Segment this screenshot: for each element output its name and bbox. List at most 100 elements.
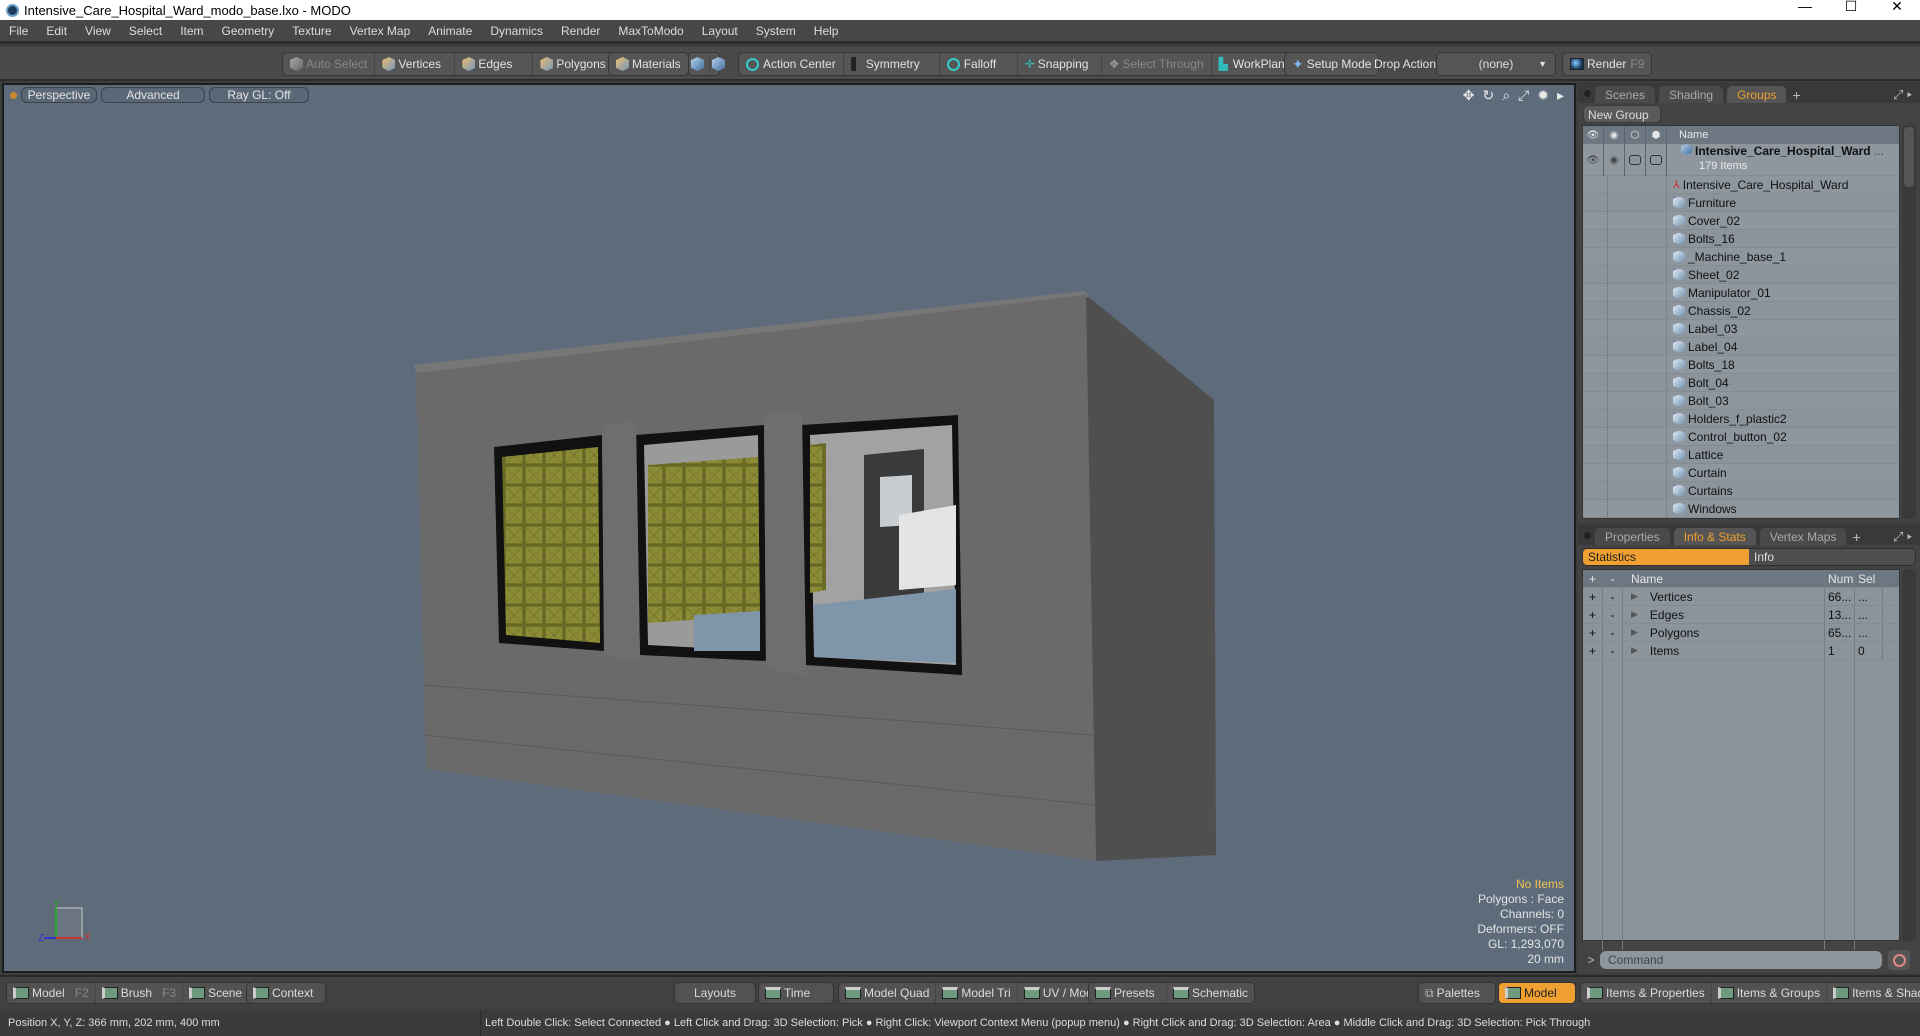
- group-item[interactable]: Curtain: [1583, 464, 1899, 482]
- stat-row-polygons[interactable]: + - ▶ Polygons 65......: [1583, 624, 1899, 642]
- stats-scrollbar[interactable]: [1902, 569, 1916, 941]
- menu-system[interactable]: System: [747, 24, 805, 38]
- panel-options-dot[interactable]: [1584, 532, 1591, 539]
- expand-panel-icon[interactable]: ⤢ ▸: [1893, 87, 1912, 103]
- groups-scrollbar[interactable]: [1902, 125, 1916, 519]
- maximize-button[interactable]: ☐: [1828, 0, 1874, 20]
- minimize-button[interactable]: —: [1782, 0, 1828, 20]
- lock-col-icon[interactable]: ⬡: [1625, 126, 1646, 144]
- command-input[interactable]: Command: [1600, 951, 1882, 969]
- subtab-statistics[interactable]: Statistics: [1583, 549, 1749, 565]
- stat-row-items[interactable]: + - ▶ Items 10: [1583, 642, 1899, 660]
- menu-view[interactable]: View: [76, 24, 120, 38]
- panel-options-dot[interactable]: [1584, 90, 1591, 97]
- render-button[interactable]: Render F9: [1563, 53, 1651, 75]
- drop-action-dropdown[interactable]: (none) ▼: [1436, 52, 1556, 76]
- model-quad-button[interactable]: Model Quad: [839, 983, 937, 1003]
- expand-arrow-icon[interactable]: ▶: [1631, 645, 1638, 656]
- menu-vertex-map[interactable]: Vertex Map: [341, 24, 420, 38]
- lock-toggle[interactable]: [1625, 144, 1646, 176]
- group-item[interactable]: Label_03: [1583, 320, 1899, 338]
- item-mode-button[interactable]: [689, 53, 710, 75]
- group-item[interactable]: Chassis_02: [1583, 302, 1899, 320]
- group-item[interactable]: Sheet_02: [1583, 266, 1899, 284]
- expand-arrow-icon[interactable]: ▶: [1631, 609, 1638, 620]
- select-through-button[interactable]: ❖ Select Through: [1102, 53, 1212, 75]
- polygons-button[interactable]: Polygons: [533, 53, 612, 75]
- menu-maxtomodo[interactable]: MaxToModo: [609, 24, 692, 38]
- new-group-button[interactable]: New Group: [1583, 105, 1661, 123]
- layouts-button[interactable]: Layouts: [674, 982, 756, 1004]
- tab-scenes[interactable]: Scenes: [1595, 86, 1656, 103]
- close-button[interactable]: ✕: [1874, 0, 1920, 20]
- action-center-button[interactable]: Action Center: [739, 53, 844, 75]
- materials-button[interactable]: Materials: [609, 53, 688, 75]
- group-item[interactable]: Windows: [1583, 500, 1899, 518]
- subtab-info[interactable]: Info: [1749, 549, 1915, 565]
- stat-row-vertices[interactable]: + - ▶ Vertices 66......: [1583, 588, 1899, 606]
- menu-geometry[interactable]: Geometry: [213, 24, 284, 38]
- menu-select[interactable]: Select: [120, 24, 171, 38]
- record-macro-button[interactable]: [1888, 950, 1910, 970]
- pivot-mode-button[interactable]: [710, 53, 730, 75]
- tab-properties[interactable]: Properties: [1595, 528, 1670, 545]
- group-item[interactable]: Furniture: [1583, 194, 1899, 212]
- menu-edit[interactable]: Edit: [37, 24, 76, 38]
- remove-selection-button[interactable]: -: [1603, 642, 1623, 659]
- edges-button[interactable]: Edges: [455, 53, 534, 75]
- tab-info-stats[interactable]: Info & Stats: [1673, 528, 1756, 545]
- visibility-col-icon[interactable]: 👁: [1583, 126, 1604, 144]
- group-root-row[interactable]: 👁 ◉ Intensive_Care_Hospital_Ward ... 179…: [1583, 144, 1899, 176]
- mode-model-button[interactable]: Model F2: [7, 983, 96, 1003]
- expand-arrow-icon[interactable]: ▶: [1631, 591, 1638, 602]
- select-toggle[interactable]: [1646, 144, 1667, 176]
- group-item[interactable]: Label_04: [1583, 338, 1899, 356]
- group-item[interactable]: _Machine_base_1: [1583, 248, 1899, 266]
- add-selection-button[interactable]: +: [1583, 642, 1603, 659]
- setup-mode-button[interactable]: ✦ Setup Mode: [1285, 53, 1378, 75]
- remove-selection-button[interactable]: -: [1603, 606, 1623, 623]
- add-selection-button[interactable]: +: [1583, 606, 1603, 623]
- group-item[interactable]: Bolt_04: [1583, 374, 1899, 392]
- menu-animate[interactable]: Animate: [419, 24, 481, 38]
- tab-vertex-maps[interactable]: Vertex Maps: [1759, 528, 1847, 545]
- visibility-toggle-icon[interactable]: 👁: [1583, 144, 1604, 176]
- render-col-icon[interactable]: ◉: [1604, 126, 1625, 144]
- group-item[interactable]: Cover_02: [1583, 212, 1899, 230]
- expand-arrow-icon[interactable]: ▶: [1631, 627, 1638, 638]
- group-item[interactable]: Manipulator_01: [1583, 284, 1899, 302]
- model-layout-button[interactable]: Model: [1499, 983, 1563, 1003]
- group-item[interactable]: Bolt_03: [1583, 392, 1899, 410]
- group-item[interactable]: Holders_f_plastic2: [1583, 410, 1899, 428]
- menu-file[interactable]: File: [0, 24, 37, 38]
- expand-panel-icon[interactable]: ⤢ ▸: [1893, 529, 1912, 545]
- stat-row-edges[interactable]: + - ▶ Edges 13......: [1583, 606, 1899, 624]
- tab-shading[interactable]: Shading: [1659, 86, 1724, 103]
- auto-select-button[interactable]: Auto Select: [283, 53, 376, 75]
- add-selection-button[interactable]: +: [1583, 624, 1603, 641]
- model-tri-button[interactable]: Model Tri: [936, 983, 1018, 1003]
- menu-render[interactable]: Render: [552, 24, 609, 38]
- remove-selection-button[interactable]: -: [1603, 624, 1623, 641]
- group-item[interactable]: ⅄ Intensive_Care_Hospital_Ward: [1583, 176, 1899, 194]
- menu-texture[interactable]: Texture: [283, 24, 340, 38]
- menu-dynamics[interactable]: Dynamics: [481, 24, 552, 38]
- time-button[interactable]: Time: [759, 983, 816, 1003]
- add-tab-icon[interactable]: +: [1792, 87, 1800, 103]
- tab-groups[interactable]: Groups: [1727, 86, 1787, 103]
- items-properties-button[interactable]: Items & Properties: [1581, 983, 1712, 1003]
- 3d-viewport[interactable]: Perspective Advanced Ray GL: Off ✥ ↻ ⌕ ⤢…: [2, 83, 1576, 973]
- menu-layout[interactable]: Layout: [693, 24, 747, 38]
- mode-brush-button[interactable]: Brush F3: [96, 983, 184, 1003]
- symmetry-button[interactable]: Symmetry: [844, 53, 940, 75]
- vertices-button[interactable]: Vertices: [375, 53, 456, 75]
- items-shading-button[interactable]: Items & Shading: [1827, 983, 1920, 1003]
- group-item[interactable]: Control_button_02: [1583, 428, 1899, 446]
- select-col-icon[interactable]: ⬢: [1646, 126, 1667, 144]
- group-item[interactable]: Curtains: [1583, 482, 1899, 500]
- group-item[interactable]: Lattice: [1583, 446, 1899, 464]
- snapping-button[interactable]: ✛ Snapping: [1018, 53, 1102, 75]
- remove-selection-button[interactable]: -: [1603, 588, 1623, 605]
- items-groups-button[interactable]: Items & Groups: [1712, 983, 1828, 1003]
- add-selection-button[interactable]: +: [1583, 588, 1603, 605]
